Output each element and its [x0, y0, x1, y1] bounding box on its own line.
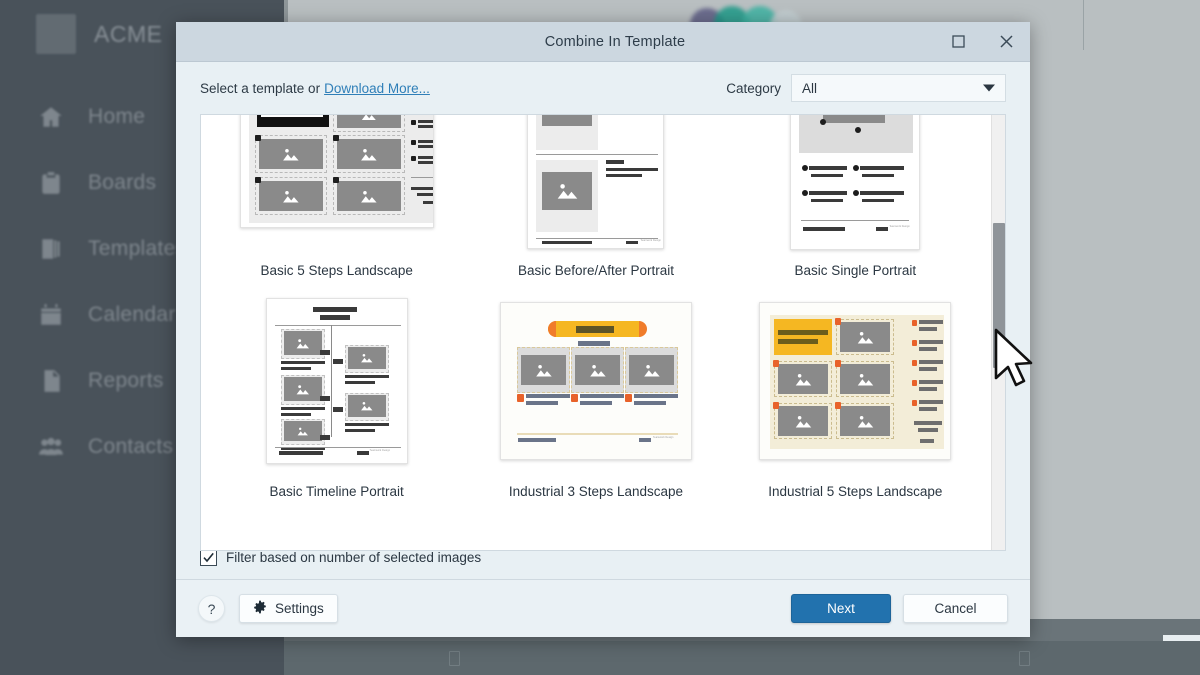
- template-item[interactable]: Teamwork Design Basic Before/After Portr…: [466, 115, 725, 278]
- sidebar-item-label: Contacts: [88, 435, 174, 458]
- template-thumbnail-box: [239, 115, 434, 255]
- dialog-header: Select a template or Download More... Ca…: [176, 62, 1030, 114]
- stack-icon: [36, 236, 66, 262]
- gallery-scrollbar[interactable]: [991, 115, 1005, 550]
- template-preview-beforeafter: Teamwork Design: [527, 115, 665, 249]
- combine-in-template-dialog: Combine In Template Select a template or…: [176, 22, 1030, 637]
- template-name: Basic Timeline Portrait: [269, 484, 404, 499]
- document-icon: [36, 368, 66, 394]
- template-name: Industrial 3 Steps Landscape: [508, 484, 684, 499]
- calendar-icon: [36, 302, 66, 328]
- download-more-link[interactable]: Download More...: [324, 81, 430, 96]
- page-thumbnail[interactable]: [449, 651, 460, 666]
- template-thumbnail-box: Teamwork Design: [499, 286, 692, 476]
- template-preview-timeline: Teamwork Design: [265, 298, 408, 464]
- filter-label: Filter based on number of selected image…: [226, 549, 482, 565]
- template-name: Basic Single Portrait: [794, 263, 917, 278]
- template-preview-ind5: [759, 302, 952, 460]
- template-name: Industrial 5 Steps Landscape: [768, 484, 943, 499]
- sidebar-item-label: Boards: [88, 171, 157, 194]
- dialog-title: Combine In Template: [544, 33, 686, 50]
- template-preview-basic5: [239, 115, 434, 228]
- template-preview-ind3: Teamwork Design: [499, 302, 692, 460]
- sidebar-item-label: Reports: [88, 369, 164, 392]
- filter-checkbox[interactable]: [200, 548, 217, 566]
- template-name: Basic 5 Steps Landscape: [260, 263, 413, 278]
- clipboard-icon: [36, 170, 66, 196]
- select-template-label: Select a template or: [200, 80, 321, 96]
- template-item[interactable]: Basic 5 Steps Landscape: [207, 115, 466, 278]
- category-select[interactable]: All: [791, 74, 1006, 102]
- sidebar-item-label: Templates: [88, 237, 187, 260]
- template-item[interactable]: Teamwork Design Industrial 3 Steps Lands…: [466, 286, 725, 499]
- template-name: Basic Before/After Portrait: [517, 263, 675, 278]
- sidebar-item-home[interactable]: Home: [36, 104, 145, 130]
- sidebar-item-calendar[interactable]: Calendar: [36, 302, 176, 328]
- maximize-button[interactable]: [934, 22, 982, 62]
- dialog-footer: ? Settings Next Cancel: [176, 579, 1030, 637]
- page-thumbnail-strip: [284, 641, 1200, 675]
- template-preview-single: Teamwork Design: [790, 115, 921, 250]
- people-icon: [36, 434, 66, 460]
- template-gallery[interactable]: Basic 5 Steps Landscape Teamwork Design …: [200, 114, 1006, 551]
- sidebar-item-reports[interactable]: Reports: [36, 368, 164, 394]
- chevron-down-icon: [983, 84, 995, 92]
- template-grid: Basic 5 Steps Landscape Teamwork Design …: [201, 115, 991, 499]
- dialog-titlebar: Combine In Template: [176, 22, 1030, 62]
- template-thumbnail-box: Teamwork Design: [265, 286, 408, 476]
- cancel-button[interactable]: Cancel: [903, 594, 1008, 623]
- gallery-scrollbar-thumb[interactable]: [993, 223, 1005, 368]
- sidebar-item-boards[interactable]: Boards: [36, 170, 156, 196]
- app-name: ACME: [94, 20, 163, 47]
- app-logo-icon: [36, 14, 76, 54]
- sidebar-item-label: Calendar: [88, 303, 176, 326]
- sidebar-item-templates[interactable]: Templates: [36, 236, 186, 262]
- category-filter-group: Category All: [726, 74, 1006, 102]
- canvas-guide-line: [1083, 0, 1084, 50]
- template-thumbnail-box: Teamwork Design: [527, 115, 665, 255]
- help-button[interactable]: ?: [198, 595, 225, 622]
- template-item[interactable]: Teamwork Design Basic Timeline Portrait: [207, 286, 466, 499]
- app-brand: ACME: [36, 14, 162, 54]
- footer-actions: Next Cancel: [791, 594, 1008, 623]
- close-button[interactable]: [982, 22, 1030, 62]
- settings-button[interactable]: Settings: [239, 594, 338, 623]
- template-item[interactable]: Teamwork Design Basic Single Portrait: [726, 115, 985, 278]
- template-thumbnail-box: Teamwork Design: [790, 115, 921, 255]
- settings-label: Settings: [275, 601, 324, 616]
- next-button[interactable]: Next: [791, 594, 891, 623]
- sidebar-item-label: Home: [88, 105, 146, 128]
- category-label: Category: [726, 80, 781, 96]
- home-icon: [36, 104, 66, 130]
- template-thumbnail-box: [759, 286, 952, 476]
- sidebar-item-contacts[interactable]: Contacts: [36, 434, 173, 460]
- gear-icon: [253, 600, 267, 617]
- template-gallery-wrap: Basic 5 Steps Landscape Teamwork Design …: [176, 114, 1030, 551]
- template-item[interactable]: Industrial 5 Steps Landscape: [726, 286, 985, 499]
- category-value: All: [802, 80, 818, 96]
- page-thumbnail[interactable]: [1019, 651, 1030, 666]
